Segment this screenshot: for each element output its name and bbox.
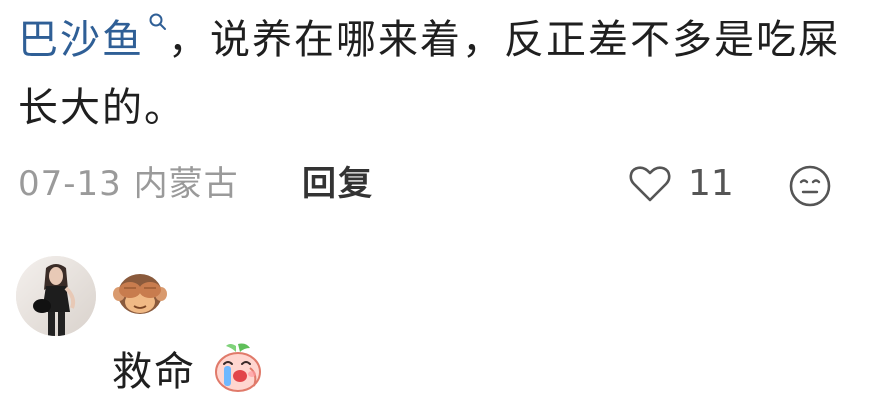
- see-no-evil-monkey-icon: [113, 274, 167, 314]
- reply-comment: 救命: [0, 250, 896, 414]
- crying-peach-sticker-icon: [215, 343, 261, 392]
- reply-button[interactable]: 回复: [302, 158, 374, 210]
- search-icon[interactable]: [148, 12, 168, 32]
- reply-text: 救命: [112, 349, 196, 395]
- comment-body: 巴沙鱼 ，说养在哪来着，反正差不多是吃屎长大的。: [18, 6, 878, 142]
- comment-date-location: 07-13 内蒙古: [18, 164, 239, 204]
- user-avatar[interactable]: [16, 256, 96, 336]
- comment-meta-row: 07-13 内蒙古 回复 11: [18, 158, 878, 210]
- heart-outline-icon[interactable]: [628, 162, 672, 206]
- neutral-face-icon[interactable]: [788, 164, 832, 208]
- topic-link[interactable]: 巴沙鱼: [18, 17, 144, 63]
- like-count: 11: [688, 163, 734, 204]
